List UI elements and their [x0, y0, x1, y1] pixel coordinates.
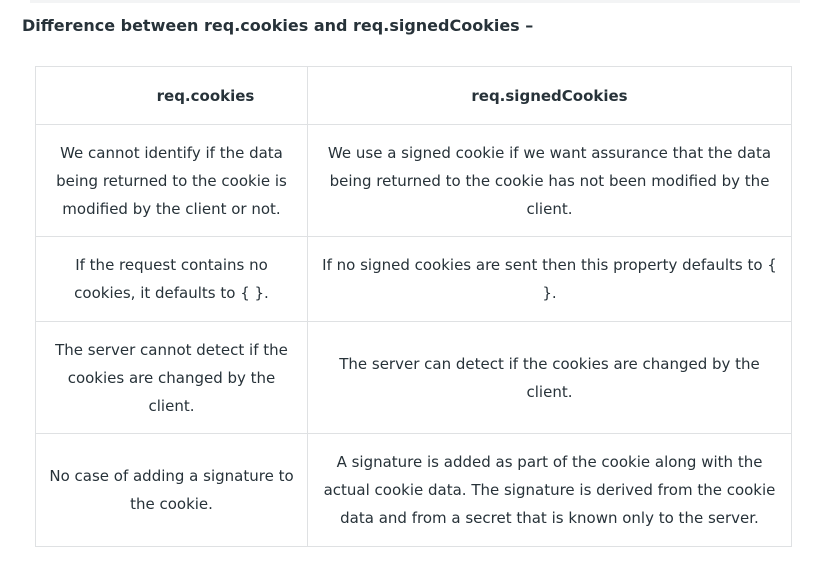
column-header-req-cookies: req.cookies — [35, 66, 308, 125]
table-cell: The server can detect if the cookies are… — [307, 321, 792, 434]
table-cell: We use a signed cookie if we want assura… — [307, 124, 792, 237]
table-row: We cannot identify if the data being ret… — [35, 124, 792, 237]
top-divider — [30, 0, 800, 3]
table-row: No case of adding a signature to the coo… — [35, 433, 792, 547]
table-cell: We cannot identify if the data being ret… — [35, 124, 308, 237]
table-row: The server cannot detect if the cookies … — [35, 321, 792, 434]
section-heading: Difference between req.cookies and req.s… — [22, 16, 534, 35]
table-cell: A signature is added as part of the cook… — [307, 433, 792, 547]
table-cell: The server cannot detect if the cookies … — [35, 321, 308, 434]
table-header-row: req.cookies req.signedCookies — [35, 66, 792, 125]
table-row: If the request contains no cookies, it d… — [35, 236, 792, 322]
table-cell: If the request contains no cookies, it d… — [35, 236, 308, 322]
column-header-req-signedcookies: req.signedCookies — [307, 66, 792, 125]
comparison-table: req.cookies req.signedCookies We cannot … — [35, 66, 792, 547]
table-cell: No case of adding a signature to the coo… — [35, 433, 308, 547]
table-cell: If no signed cookies are sent then this … — [307, 236, 792, 322]
